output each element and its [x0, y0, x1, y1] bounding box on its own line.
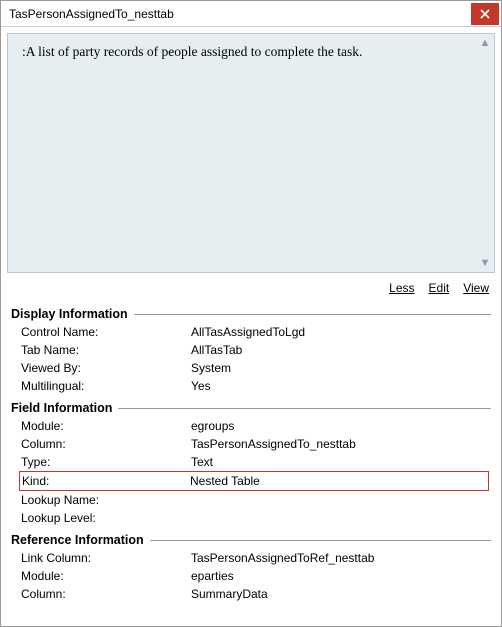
label: Lookup Name:	[21, 493, 191, 507]
label: Control Name:	[21, 325, 191, 339]
scroll-up-icon[interactable]: ▲	[478, 36, 492, 50]
properties-window: TasPersonAssignedTo_nesttab :A list of p…	[0, 0, 502, 627]
row-type: Type: Text	[7, 453, 495, 471]
label: Module:	[21, 419, 191, 433]
close-icon	[480, 9, 490, 19]
edit-link[interactable]: Edit	[429, 281, 450, 295]
section-header-field: Field Information	[7, 399, 495, 417]
row-lookup-level: Lookup Level:	[7, 509, 495, 527]
section-header-label: Display Information	[11, 307, 128, 321]
value: eparties	[191, 569, 491, 583]
titlebar: TasPersonAssignedTo_nesttab	[1, 1, 501, 27]
value: Nested Table	[190, 474, 484, 488]
label: Column:	[21, 587, 191, 601]
value: AllTasAssignedToLgd	[191, 325, 491, 339]
divider	[118, 408, 491, 409]
label: Link Column:	[21, 551, 191, 565]
row-multilingual: Multilingual: Yes	[7, 377, 495, 395]
value: egroups	[191, 419, 491, 433]
row-column: Column: TasPersonAssignedTo_nesttab	[7, 435, 495, 453]
section-display: Display Information Control Name: AllTas…	[7, 305, 495, 395]
close-button[interactable]	[471, 3, 499, 25]
label: Tab Name:	[21, 343, 191, 357]
scroll-down-icon[interactable]: ▼	[478, 256, 492, 270]
value: Text	[191, 455, 491, 469]
view-link[interactable]: View	[463, 281, 489, 295]
value	[191, 493, 491, 507]
section-header-label: Field Information	[11, 401, 112, 415]
row-tab-name: Tab Name: AllTasTab	[7, 341, 495, 359]
section-reference: Reference Information Link Column: TasPe…	[7, 531, 495, 603]
divider	[134, 314, 491, 315]
label: Column:	[21, 437, 191, 451]
label: Module:	[21, 569, 191, 583]
label: Multilingual:	[21, 379, 191, 393]
row-module: Module: egroups	[7, 417, 495, 435]
window-title: TasPersonAssignedTo_nesttab	[9, 7, 471, 21]
row-link-column: Link Column: TasPersonAssignedToRef_nest…	[7, 549, 495, 567]
description-box[interactable]: :A list of party records of people assig…	[7, 33, 495, 273]
row-ref-module: Module: eparties	[7, 567, 495, 585]
value	[191, 511, 491, 525]
row-kind: Kind: Nested Table	[19, 471, 489, 491]
row-ref-column: Column: SummaryData	[7, 585, 495, 603]
value: TasPersonAssignedToRef_nesttab	[191, 551, 491, 565]
section-header-label: Reference Information	[11, 533, 144, 547]
value: System	[191, 361, 491, 375]
section-header-reference: Reference Information	[7, 531, 495, 549]
section-header-display: Display Information	[7, 305, 495, 323]
value: SummaryData	[191, 587, 491, 601]
toolbar: Less Edit View	[7, 273, 495, 301]
row-control-name: Control Name: AllTasAssignedToLgd	[7, 323, 495, 341]
client-area: :A list of party records of people assig…	[1, 27, 501, 626]
row-viewed-by: Viewed By: System	[7, 359, 495, 377]
divider	[150, 540, 491, 541]
row-lookup-name: Lookup Name:	[7, 491, 495, 509]
value: AllTasTab	[191, 343, 491, 357]
label: Viewed By:	[21, 361, 191, 375]
label: Kind:	[22, 474, 190, 488]
label: Lookup Level:	[21, 511, 191, 525]
description-text: :A list of party records of people assig…	[22, 44, 362, 59]
value: TasPersonAssignedTo_nesttab	[191, 437, 491, 451]
label: Type:	[21, 455, 191, 469]
less-link[interactable]: Less	[389, 281, 414, 295]
section-field: Field Information Module: egroups Column…	[7, 399, 495, 527]
value: Yes	[191, 379, 491, 393]
